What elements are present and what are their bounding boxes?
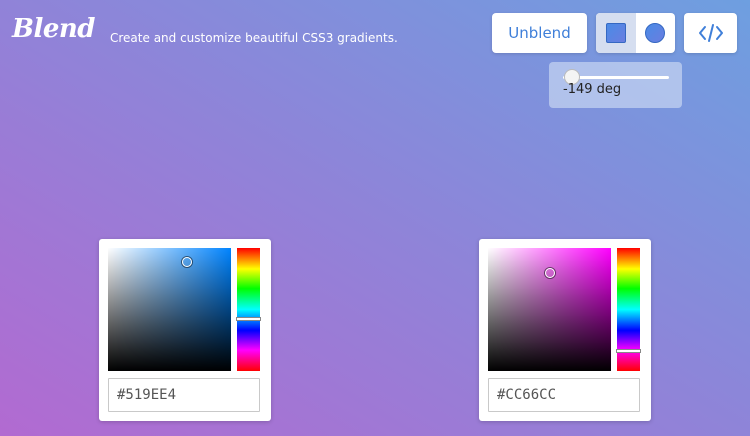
app-tagline: Create and customize beautiful CSS3 grad… bbox=[110, 31, 398, 45]
color-picker-2 bbox=[479, 239, 651, 421]
hex-input[interactable] bbox=[108, 378, 260, 412]
shape-toggle bbox=[596, 13, 675, 53]
color-cursor[interactable] bbox=[181, 256, 192, 267]
angle-panel: -149 deg bbox=[549, 62, 682, 108]
square-icon bbox=[605, 23, 626, 43]
hue-slider-marker[interactable] bbox=[616, 348, 641, 353]
app-logo: Blend bbox=[12, 14, 95, 44]
circle-shape-button[interactable] bbox=[636, 13, 676, 53]
angle-slider[interactable] bbox=[563, 69, 669, 85]
square-shape-button[interactable] bbox=[596, 13, 636, 53]
hex-input[interactable] bbox=[488, 378, 640, 412]
unblend-button[interactable]: Unblend bbox=[492, 13, 587, 53]
circle-icon bbox=[645, 23, 666, 43]
hue-slider-marker[interactable] bbox=[236, 317, 261, 322]
saturation-brightness-area[interactable] bbox=[488, 248, 611, 371]
saturation-brightness-area[interactable] bbox=[108, 248, 231, 371]
color-cursor[interactable] bbox=[544, 267, 555, 278]
hue-slider[interactable] bbox=[616, 248, 641, 371]
hue-slider[interactable] bbox=[236, 248, 261, 371]
code-button[interactable] bbox=[684, 13, 737, 53]
angle-value-label: -149 deg bbox=[563, 82, 622, 97]
code-icon bbox=[698, 24, 723, 42]
color-picker-1 bbox=[99, 239, 271, 421]
